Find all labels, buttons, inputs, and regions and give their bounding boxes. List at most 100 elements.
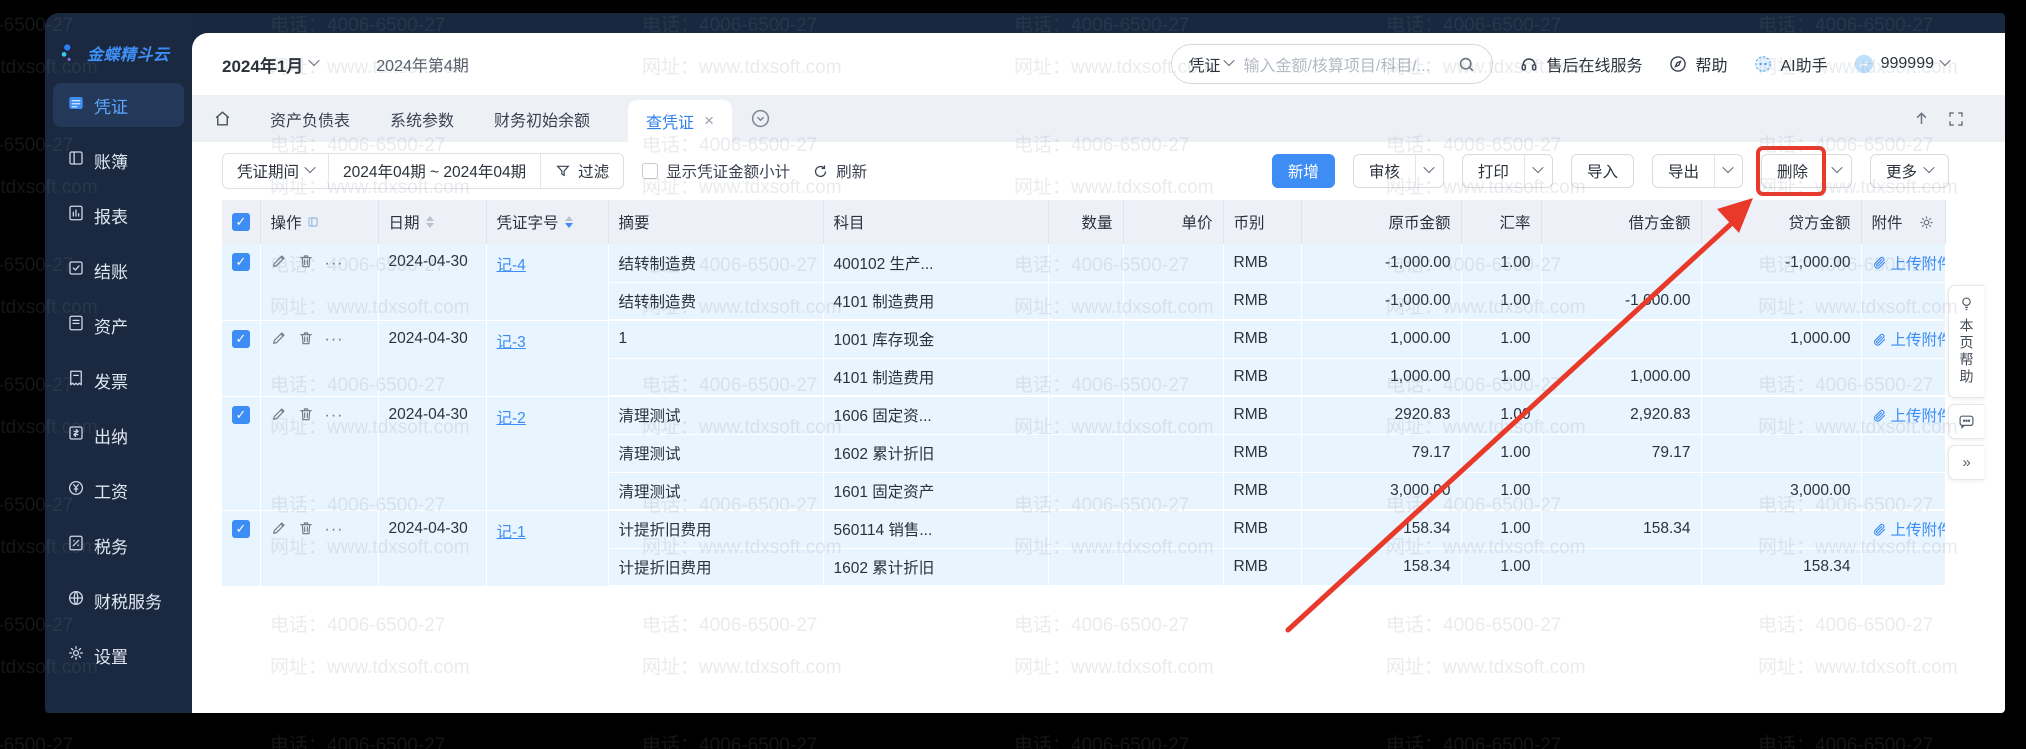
edit-pencil-icon[interactable] [271, 520, 287, 541]
sidebar-item-cashier[interactable]: 出纳 [53, 413, 184, 457]
show-subtotal-checkbox[interactable]: 显示凭证金额小计 [642, 160, 790, 182]
quantity-cell [1048, 282, 1123, 320]
add-button[interactable]: 新增 [1272, 154, 1335, 188]
more-actions-icon[interactable]: ··· [325, 521, 344, 539]
voucher-number-link[interactable]: 记-1 [497, 524, 526, 541]
row-checkbox-checked[interactable]: ✓ [232, 520, 250, 538]
col-header-qty: 数量 [1048, 200, 1123, 244]
upload-attachment-link[interactable]: 上传附件 [1872, 328, 1935, 350]
help-button[interactable]: 帮助 [1668, 52, 1727, 76]
col-header-account: 科目 [823, 200, 1048, 244]
checkbox-unchecked[interactable] [642, 163, 658, 179]
row-checkbox-checked[interactable]: ✓ [232, 253, 250, 271]
col-header-date[interactable]: 日期 [378, 200, 486, 244]
sidebar-item-ledger[interactable]: 账簿 [53, 138, 184, 182]
delete-button[interactable]: 删除 [1762, 155, 1824, 187]
delete-dropdown-button[interactable] [1824, 155, 1851, 187]
account-cell: 1602 累计折旧 [823, 548, 1048, 586]
row-checkbox-checked[interactable]: ✓ [232, 330, 250, 348]
page-help-label: 本页帮助 [1957, 318, 1977, 386]
sidebar-item-payroll[interactable]: 工资 [53, 468, 184, 512]
tab-list-dropdown[interactable] [750, 108, 771, 129]
voucher-number-link[interactable]: 记-2 [497, 410, 526, 427]
col-header-currency: 币别 [1223, 200, 1301, 244]
delete-trash-icon[interactable] [298, 330, 314, 351]
sort-icons[interactable] [426, 216, 434, 228]
period-month-dropdown[interactable]: 2024年1月 [222, 52, 318, 77]
home-tab-button[interactable] [213, 109, 232, 128]
delete-trash-icon[interactable] [298, 253, 314, 274]
col-header-vno[interactable]: 凭证字号 [486, 200, 608, 244]
tab-balance-sheet[interactable]: 资产负债表 [270, 107, 350, 131]
ai-assistant-button[interactable]: AI助手 [1753, 52, 1827, 76]
sidebar-item-asset[interactable]: 资产 [53, 303, 184, 347]
double-chevron-right-icon: » [1962, 454, 1970, 471]
feedback-chat-button[interactable] [1948, 404, 1984, 439]
quantity-cell [1048, 358, 1123, 396]
period-type-dropdown[interactable]: 凭证期间 [223, 154, 329, 188]
sidebar-item-settings[interactable]: 设置 [53, 633, 184, 677]
row-checkbox-checked[interactable]: ✓ [232, 406, 250, 424]
sidebar-item-closing[interactable]: 结账 [53, 248, 184, 292]
more-button[interactable]: 更多 [1870, 154, 1949, 188]
avatar [1854, 54, 1874, 74]
attachment-cell [1861, 472, 1945, 510]
page-help-button[interactable]: 本页帮助 [1948, 285, 1984, 398]
voucher-number-link[interactable]: 记-4 [497, 257, 526, 274]
upload-attachment-link[interactable]: 上传附件 [1872, 252, 1935, 274]
edit-pencil-icon[interactable] [271, 253, 287, 274]
after-sales-service-button[interactable]: 售后在线服务 [1519, 52, 1642, 76]
account-menu[interactable]: 999999 [1854, 54, 1949, 74]
search-category-dropdown[interactable]: 凭证 [1188, 52, 1233, 76]
filter-button[interactable]: 过滤 [541, 154, 623, 188]
op-config-icon[interactable] [306, 215, 320, 229]
more-actions-icon[interactable]: ··· [325, 407, 344, 425]
more-actions-icon[interactable]: ··· [325, 331, 344, 349]
audit-button[interactable]: 审核 [1354, 155, 1416, 187]
attachment-cell: 上传附件 [1861, 244, 1945, 282]
tab-voucher-query[interactable]: 查凭证× [628, 100, 732, 142]
select-all-checkbox[interactable]: ✓ [232, 213, 250, 231]
upload-attachment-link[interactable]: 上传附件 [1872, 404, 1935, 426]
invoice-icon [67, 369, 85, 392]
close-icon[interactable]: × [704, 111, 714, 131]
voucher-number-link[interactable]: 记-3 [497, 334, 526, 351]
delete-trash-icon[interactable] [298, 406, 314, 427]
more-actions-icon[interactable]: ··· [325, 255, 344, 273]
period-range-field[interactable]: 2024年04期 ~ 2024年04期 [329, 154, 541, 188]
account-cell: 4101 制造费用 [823, 282, 1048, 320]
period-filter-group: 凭证期间 2024年04期 ~ 2024年04期 过滤 [222, 153, 624, 189]
tab-system-params[interactable]: 系统参数 [390, 107, 454, 131]
collapse-panel-button[interactable]: » [1948, 445, 1984, 480]
edit-pencil-icon[interactable] [271, 330, 287, 351]
column-settings-gear-icon[interactable] [1918, 214, 1935, 231]
sort-icons-active[interactable] [565, 216, 573, 228]
tab-initial-balance[interactable]: 财务初始余额 [494, 107, 590, 131]
upload-attachment-link[interactable]: 上传附件 [1872, 518, 1935, 540]
import-button[interactable]: 导入 [1571, 154, 1634, 188]
export-dropdown-button[interactable] [1715, 155, 1742, 187]
refresh-button[interactable]: 刷新 [812, 160, 867, 182]
tab-label: 财务初始余额 [494, 113, 590, 130]
edit-pencil-icon[interactable] [271, 406, 287, 427]
sidebar-item-tax-service[interactable]: 财税服务 [53, 578, 184, 622]
fullscreen-icon[interactable] [1947, 110, 1965, 128]
unit-price-cell [1123, 472, 1223, 510]
export-button[interactable]: 导出 [1653, 155, 1715, 187]
sidebar-item-tax[interactable]: 税务 [53, 523, 184, 567]
search-icon[interactable] [1457, 55, 1476, 74]
sidebar-item-voucher[interactable]: 凭证 [53, 83, 184, 127]
exchange-rate-cell: 1.00 [1461, 282, 1541, 320]
print-dropdown-button[interactable] [1525, 155, 1552, 187]
sidebar-item-report[interactable]: 报表 [53, 193, 184, 237]
currency-cell: RMB [1223, 396, 1301, 434]
global-search[interactable]: 凭证 输入金额/核算项目/科目/... [1171, 44, 1493, 84]
print-button[interactable]: 打印 [1463, 155, 1525, 187]
sidebar-item-invoice[interactable]: 发票 [53, 358, 184, 402]
search-input[interactable]: 输入金额/核算项目/科目/... [1243, 52, 1447, 76]
audit-dropdown-button[interactable] [1416, 155, 1443, 187]
row-actions: ··· [271, 330, 368, 351]
scroll-top-icon[interactable] [1912, 109, 1931, 128]
delete-trash-icon[interactable] [298, 520, 314, 541]
page-help-panel[interactable]: 本页帮助 » [1948, 285, 1984, 480]
